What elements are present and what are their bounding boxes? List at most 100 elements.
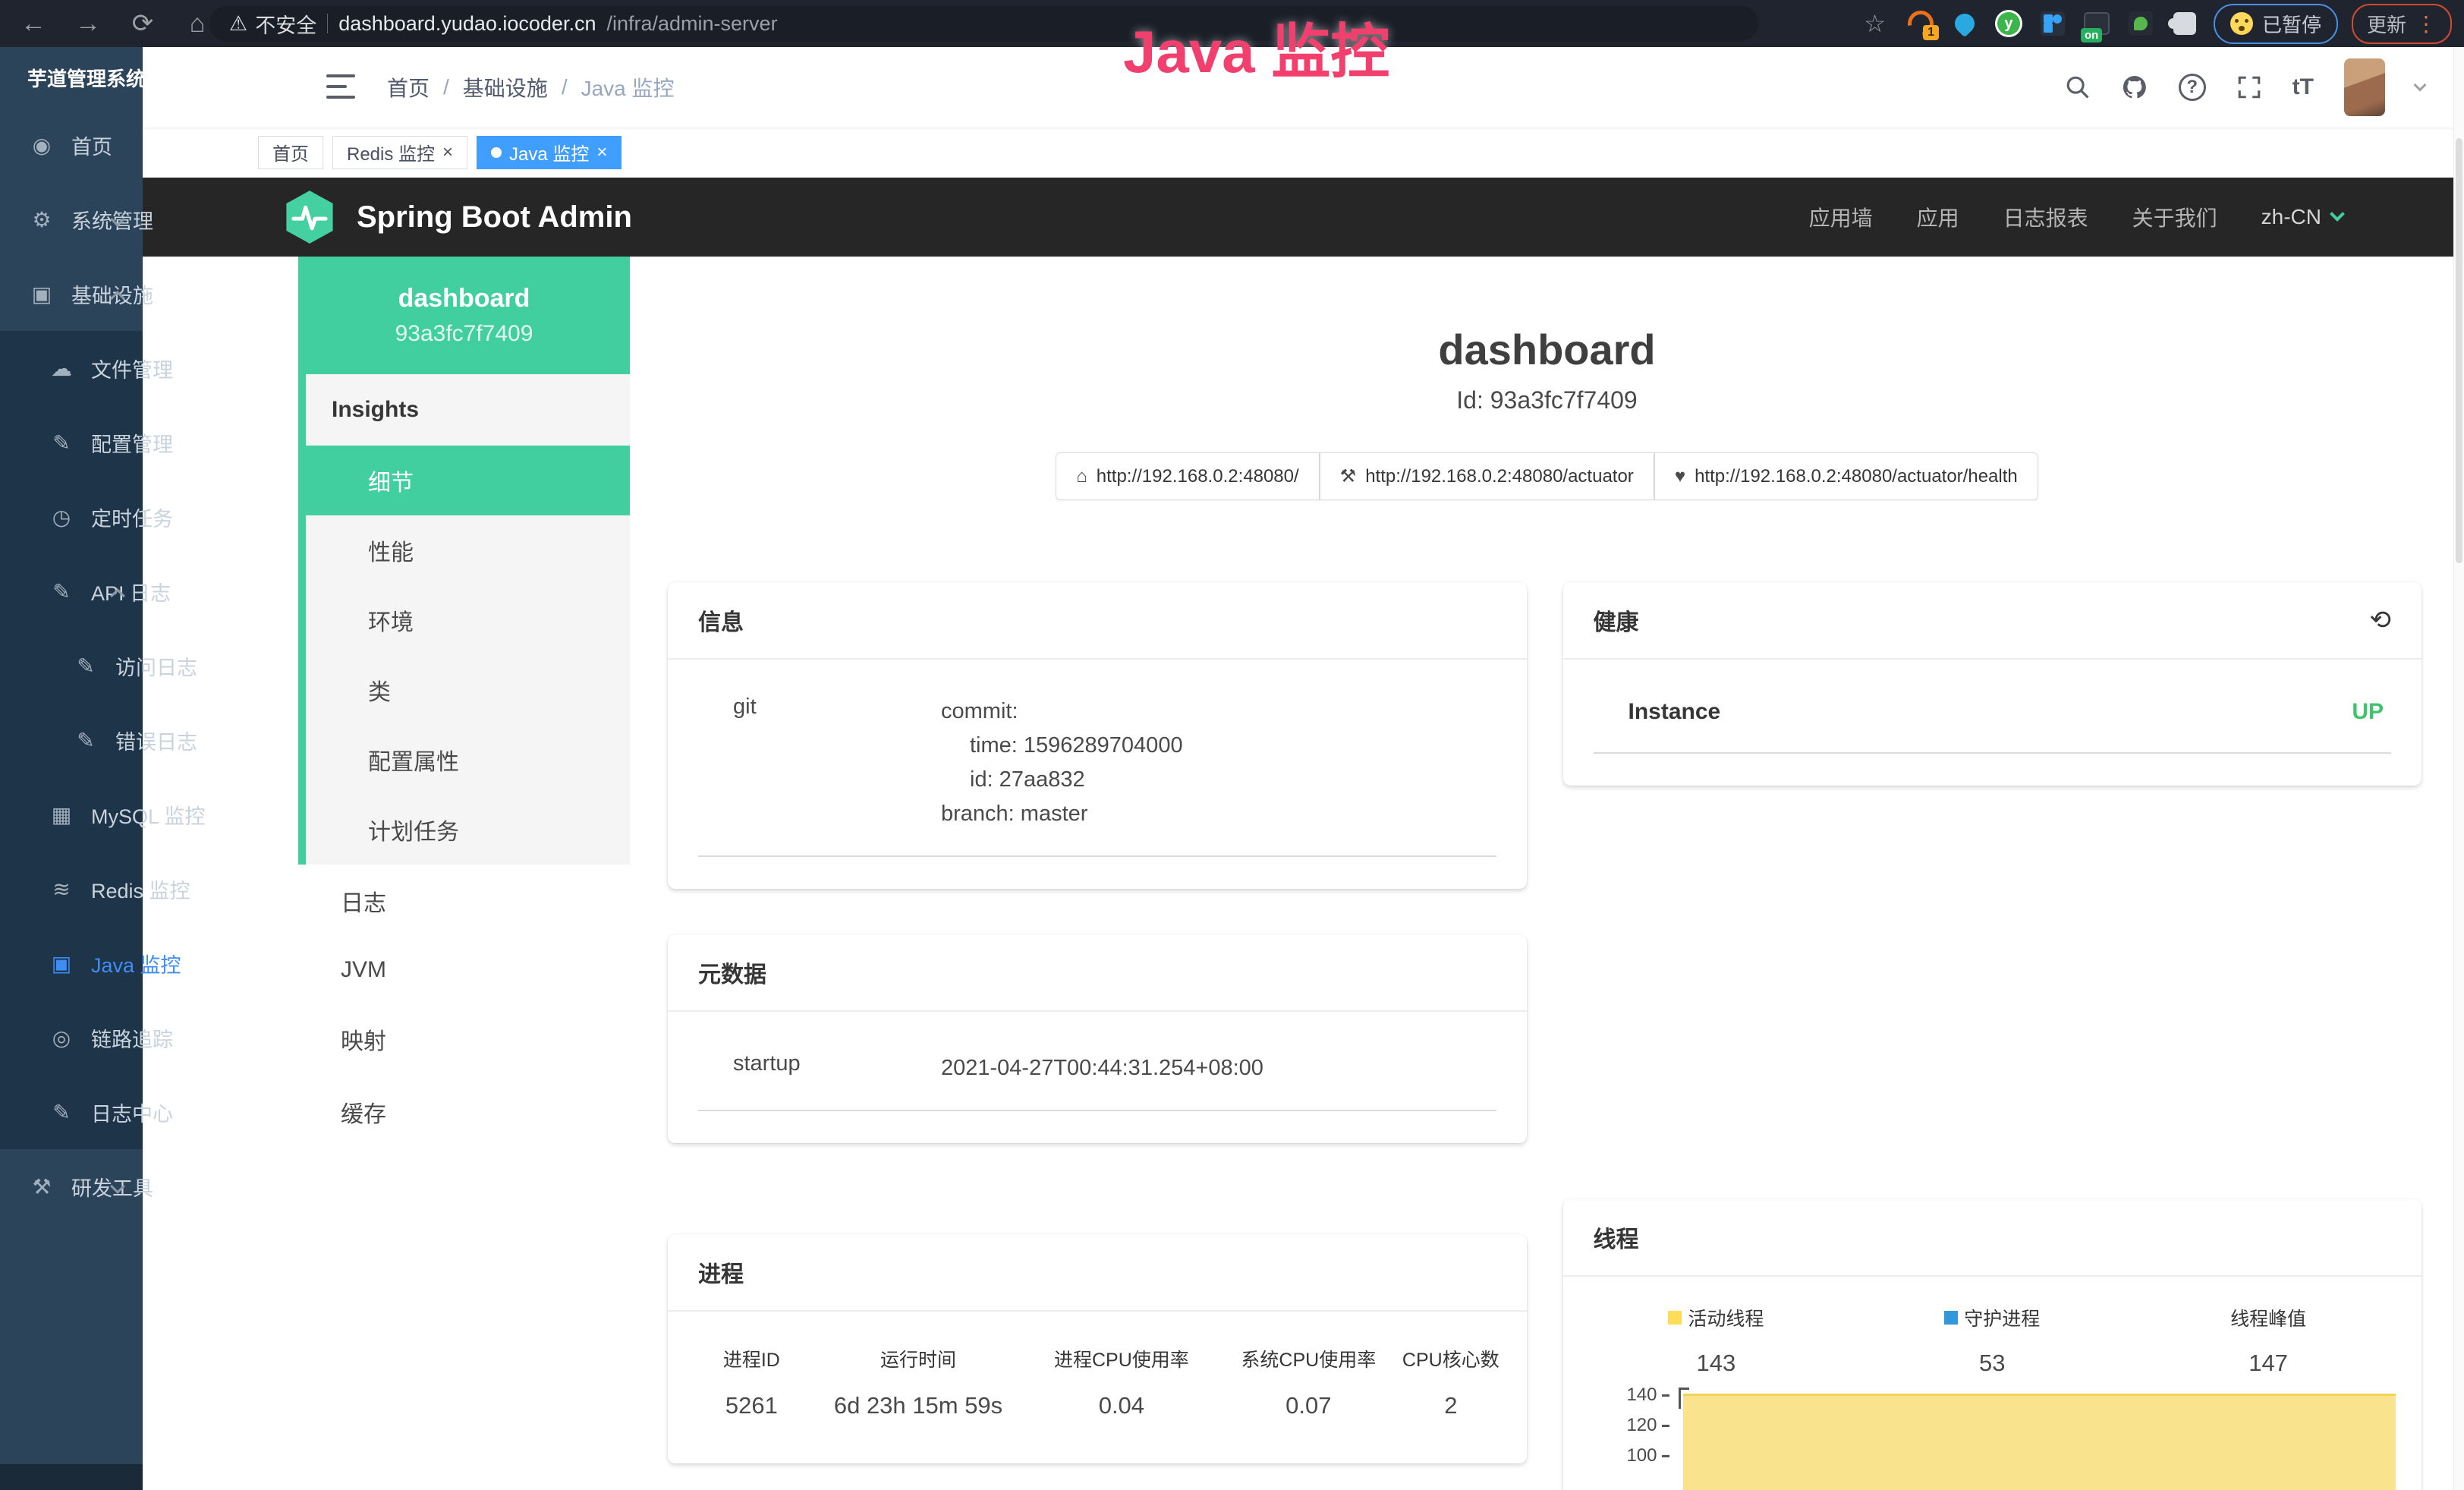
close-icon[interactable]: × bbox=[596, 142, 607, 163]
user-avatar[interactable] bbox=[2344, 58, 2385, 116]
fullscreen-icon[interactable] bbox=[2236, 74, 2262, 100]
sba-nav-wallboard[interactable]: 应用墙 bbox=[1809, 202, 1873, 232]
tab-home[interactable]: 首页 bbox=[258, 136, 323, 169]
avatar-caret-icon[interactable] bbox=[2414, 79, 2427, 92]
extension-puzzle-icon[interactable] bbox=[2170, 8, 2200, 39]
history-icon[interactable]: ⟲ bbox=[2370, 605, 2392, 635]
sba-main: dashboard Id: 93a3fc7f7409 ⌂ http://192.… bbox=[630, 257, 2464, 1490]
breadcrumb-separator: / bbox=[443, 75, 449, 99]
update-button[interactable]: 更新 ⋮ bbox=[2352, 4, 2452, 44]
log-icon: ✎ bbox=[73, 654, 99, 679]
forward-icon[interactable]: → bbox=[71, 9, 105, 39]
back-icon[interactable]: ← bbox=[17, 9, 50, 39]
sba-item-logs[interactable]: 日志 bbox=[298, 865, 630, 937]
health-card-title: 健康 bbox=[1594, 603, 1639, 637]
insights-section: Insights 细节 性能 环境 类 配置属性 计划任务 bbox=[298, 374, 630, 865]
browser-menu-icon[interactable]: ⋮ bbox=[2415, 11, 2437, 36]
heart-icon: ♥ bbox=[1675, 466, 1685, 487]
language-selector[interactable]: zh-CN bbox=[2261, 205, 2343, 229]
extension-leaf-icon[interactable] bbox=[2126, 8, 2156, 39]
table-row: startup 2021-04-27T00:44:31.254+08:00 bbox=[698, 1051, 1496, 1111]
sidebar-item-mysql-monitor[interactable]: ▦ MySQL 监控 bbox=[0, 777, 143, 852]
breadcrumb-home[interactable]: 首页 bbox=[387, 72, 430, 102]
update-label: 更新 bbox=[2367, 10, 2406, 38]
extension-refresh-icon[interactable]: 1 bbox=[1905, 8, 1936, 39]
sba-item-environment[interactable]: 环境 bbox=[306, 585, 630, 655]
sba-item-caches[interactable]: 缓存 bbox=[298, 1076, 630, 1148]
sidebar-item-java-monitor[interactable]: ▣ Java 监控 bbox=[0, 926, 143, 1000]
url-divider bbox=[327, 14, 328, 33]
sidebar-item-scheduled-jobs[interactable]: ◷ 定时任务 bbox=[0, 480, 143, 554]
tab-java-monitor[interactable]: Java 监控 × bbox=[477, 136, 622, 169]
home-icon: ⌂ bbox=[1076, 466, 1087, 487]
sidebar-item-api-log[interactable]: ✎ API 日志 bbox=[0, 554, 143, 628]
sba-item-mappings[interactable]: 映射 bbox=[298, 1003, 630, 1076]
bookmark-star-icon[interactable]: ☆ bbox=[1864, 9, 1886, 38]
sidebar-item-label: 错误日志 bbox=[115, 726, 197, 755]
sba-nav-journal[interactable]: 日志报表 bbox=[2003, 202, 2088, 232]
threads-legend: 活动线程 143 守护进程 bbox=[1578, 1304, 2407, 1377]
extension-y-icon[interactable]: y bbox=[1994, 8, 2024, 39]
threads-chart: 140 120 100 bbox=[1624, 1388, 2401, 1490]
reload-icon[interactable]: ⟳ bbox=[126, 8, 159, 39]
not-secure-warning[interactable]: ⚠ 不安全 bbox=[229, 9, 316, 39]
health-url-button[interactable]: ♥ http://192.168.0.2:48080/actuator/heal… bbox=[1654, 452, 2038, 500]
service-url-button[interactable]: ⌂ http://192.168.0.2:48080/ bbox=[1056, 452, 1319, 500]
extension-grid-icon[interactable] bbox=[2038, 8, 2068, 39]
on-badge: on bbox=[2081, 28, 2102, 43]
tab-redis-monitor[interactable]: Redis 监控 × bbox=[332, 136, 467, 169]
table-row: git commit: time: 1596289704000 id: 27aa… bbox=[698, 695, 1496, 857]
sba-nav-about[interactable]: 关于我们 bbox=[2132, 202, 2217, 232]
sidebar-item-infrastructure[interactable]: ▣ 基础设施 bbox=[0, 257, 143, 331]
sba-item-metrics[interactable]: 性能 bbox=[306, 515, 630, 585]
sba-nav-applications[interactable]: 应用 bbox=[1917, 202, 1959, 232]
info-value: commit: time: 1596289704000 id: 27aa832 … bbox=[941, 695, 1183, 831]
close-icon[interactable]: × bbox=[442, 142, 453, 163]
page-scrollbar[interactable] bbox=[2453, 47, 2464, 1490]
sidebar-item-error-log[interactable]: ✎ 错误日志 bbox=[0, 703, 143, 777]
sidebar-item-config-mgmt[interactable]: ✎ 配置管理 bbox=[0, 405, 143, 480]
legend-label: 守护进程 bbox=[1964, 1304, 2040, 1331]
font-size-icon[interactable]: tT bbox=[2292, 74, 2314, 100]
search-icon[interactable] bbox=[2065, 74, 2091, 100]
help-icon[interactable]: ? bbox=[2179, 74, 2206, 101]
sba-app-header: dashboard 93a3fc7f7409 bbox=[298, 257, 630, 374]
sidebar-item-system-mgmt[interactable]: ⚙ 系统管理 bbox=[0, 182, 143, 257]
github-icon[interactable] bbox=[2121, 74, 2148, 101]
sidebar-item-redis-monitor[interactable]: ≋ Redis 监控 bbox=[0, 852, 143, 926]
paused-pill[interactable]: 已暂停 bbox=[2214, 4, 2338, 44]
extension-drop-icon[interactable] bbox=[1949, 8, 1980, 39]
extension-on-icon[interactable]: on bbox=[2082, 8, 2112, 39]
sidebar-item-log-center[interactable]: ✎ 日志中心 bbox=[0, 1075, 143, 1149]
sidebar-item-tracing[interactable]: ◎ 链路追踪 bbox=[0, 1000, 143, 1075]
sba-item-details[interactable]: 细节 bbox=[306, 446, 630, 515]
url-path: /infra/admin-server bbox=[606, 12, 777, 36]
sidebar-item-dev-tools[interactable]: ⚒ 研发工具 bbox=[0, 1149, 143, 1224]
scrollbar-thumb[interactable] bbox=[2456, 138, 2462, 563]
breadcrumb-infrastructure[interactable]: 基础设施 bbox=[463, 72, 548, 102]
emoji-face-icon bbox=[2230, 12, 2253, 35]
sba-item-scheduled-tasks[interactable]: 计划任务 bbox=[306, 795, 630, 865]
hamburger-icon[interactable] bbox=[326, 74, 355, 99]
system-cpu-value: 0.07 bbox=[1219, 1392, 1398, 1419]
address-bar[interactable]: ⚠ 不安全 dashboard.yudao.iocoder.cn/infra/a… bbox=[209, 6, 1758, 41]
sba-item-classes[interactable]: 类 bbox=[306, 655, 630, 725]
sidebar-collapse-bar[interactable] bbox=[0, 1464, 143, 1490]
cloud-icon: ☁ bbox=[49, 356, 74, 381]
home-icon: ◉ bbox=[29, 133, 55, 158]
sba-item-config-props[interactable]: 配置属性 bbox=[306, 725, 630, 795]
actuator-url-button[interactable]: ⚒ http://192.168.0.2:48080/actuator bbox=[1320, 452, 1654, 500]
git-time-line: time: 1596289704000 bbox=[941, 729, 1183, 763]
sidebar-item-label: 文件管理 bbox=[91, 354, 173, 383]
legend-label: 线程峰值 bbox=[2230, 1304, 2306, 1331]
log-icon: ✎ bbox=[73, 728, 99, 753]
sidebar-item-label: MySQL 监控 bbox=[91, 800, 206, 830]
log-icon: ✎ bbox=[49, 1100, 74, 1125]
brand-name: 芋道管理系统 bbox=[27, 64, 146, 92]
sidebar-item-home[interactable]: ◉ 首页 bbox=[0, 108, 143, 182]
info-card: 信息 git commit: time: 1596289704000 id: 2… bbox=[668, 582, 1527, 889]
sidebar-item-access-log[interactable]: ✎ 访问日志 bbox=[0, 628, 143, 703]
column-header: CPU核心数 bbox=[1398, 1345, 1503, 1372]
sba-item-jvm[interactable]: JVM bbox=[298, 937, 630, 1003]
sidebar-item-file-mgmt[interactable]: ☁ 文件管理 bbox=[0, 331, 143, 405]
